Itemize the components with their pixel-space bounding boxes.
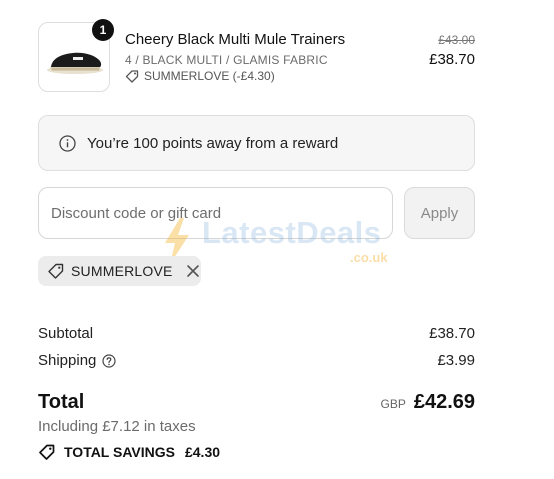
tag-icon — [125, 70, 139, 83]
product-thumbnail: 1 — [38, 19, 114, 92]
shoe-image — [47, 52, 103, 74]
savings-label: TOTAL SAVINGS — [64, 444, 175, 460]
apply-button[interactable]: Apply — [404, 187, 475, 239]
tag-icon — [39, 444, 55, 460]
discount-code-input[interactable] — [38, 187, 393, 239]
quantity-badge: 1 — [92, 19, 114, 41]
cart-line-item: 1 Cheery Black Multi Mule Trainers 4 / B… — [38, 19, 475, 92]
subtotal-row: Subtotal £38.70 — [38, 325, 475, 342]
applied-discount-label: SUMMERLOVE — [71, 263, 173, 279]
total-amount: £42.69 — [413, 391, 475, 413]
watermark-subtext: .co.uk — [350, 250, 388, 265]
tag-icon — [48, 263, 64, 279]
taxes-note: Including £7.12 in taxes — [38, 418, 196, 435]
shipping-label: Shipping — [38, 352, 97, 369]
total-savings: TOTAL SAVINGS £4.30 — [38, 443, 220, 461]
close-icon — [186, 265, 199, 277]
shipping-value: £3.99 — [437, 352, 475, 369]
original-price: £43.00 — [438, 33, 475, 47]
reward-banner: You’re 100 points away from a reward — [38, 115, 475, 171]
product-price: £38.70 — [429, 51, 475, 68]
remove-discount-button[interactable] — [186, 264, 200, 278]
shipping-row: Shipping £3.99 — [38, 352, 475, 369]
help-icon[interactable] — [102, 353, 116, 368]
product-variant: 4 / BLACK MULTI / GLAMIS FABRIC — [125, 53, 328, 67]
subtotal-value: £38.70 — [429, 325, 475, 342]
currency-code: GBP — [380, 397, 406, 411]
total-label: Total — [38, 391, 85, 413]
subtotal-label: Subtotal — [38, 325, 94, 342]
product-name: Cheery Black Multi Mule Trainers — [125, 31, 346, 48]
applied-discount-chip: SUMMERLOVE — [38, 256, 201, 286]
product-discount-label: SUMMERLOVE (-£4.30) — [144, 69, 275, 83]
total-amount-group: GBP £42.69 — [380, 391, 475, 414]
info-icon — [59, 134, 76, 152]
savings-value: £4.30 — [184, 444, 221, 460]
reward-text: You’re 100 points away from a reward — [87, 134, 339, 152]
product-discount: SUMMERLOVE (-£4.30) — [125, 69, 275, 83]
